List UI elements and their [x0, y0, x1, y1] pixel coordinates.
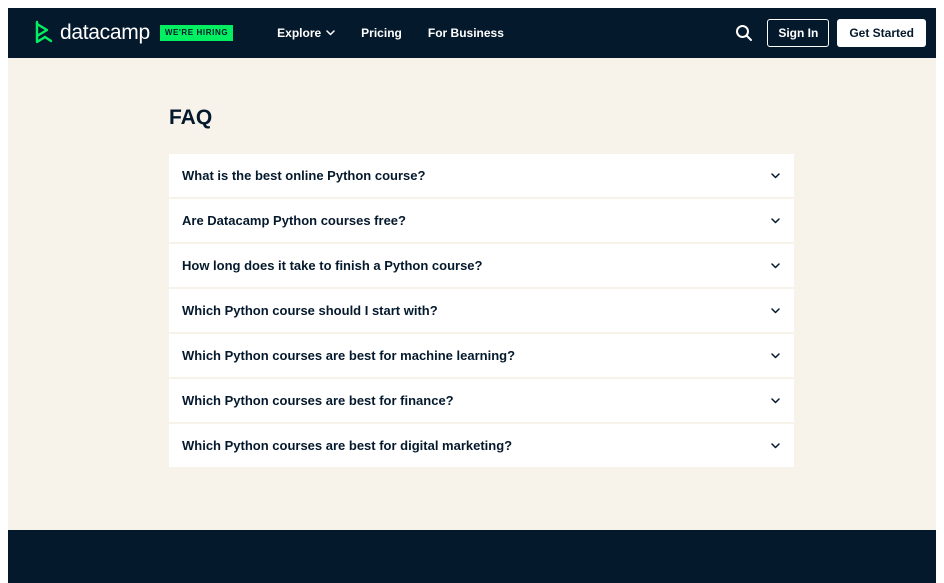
faq-item[interactable]: Are Datacamp Python courses free? — [169, 199, 794, 242]
logo-text: datacamp — [60, 21, 150, 44]
faq-item[interactable]: Which Python courses are best for financ… — [169, 379, 794, 422]
page: datacamp WE'RE HIRING Explore Pricing Fo… — [0, 0, 944, 583]
faq-question: Which Python courses are best for machin… — [182, 348, 516, 363]
faq-title: FAQ — [169, 106, 213, 129]
hiring-badge[interactable]: WE'RE HIRING — [159, 25, 234, 41]
chevron-down-icon — [771, 172, 780, 178]
faq-item[interactable]: How long does it take to finish a Python… — [169, 244, 794, 287]
faq-question: Which Python courses are best for digita… — [182, 438, 513, 453]
nav-explore[interactable]: Explore — [277, 26, 335, 40]
datacamp-logo[interactable]: datacamp — [34, 20, 150, 46]
faq-question: What is the best online Python course? — [182, 168, 426, 183]
footer — [8, 530, 936, 583]
nav-explore-label: Explore — [277, 26, 322, 40]
datacamp-logo-icon — [35, 20, 53, 44]
faq-item[interactable]: Which Python courses are best for machin… — [169, 334, 794, 377]
faq-question: Are Datacamp Python courses free? — [182, 213, 406, 228]
faq-item[interactable]: Which Python course should I start with? — [169, 289, 794, 332]
search-icon[interactable] — [735, 24, 753, 42]
chevron-down-icon — [771, 262, 780, 268]
nav-pricing-label: Pricing — [361, 26, 402, 40]
faq-question: Which Python course should I start with? — [182, 303, 438, 318]
chevron-down-icon — [771, 217, 780, 223]
faq-question: Which Python courses are best for financ… — [182, 393, 454, 408]
sign-in-button[interactable]: Sign In — [767, 19, 830, 47]
faq-item[interactable]: Which Python courses are best for digita… — [169, 424, 794, 467]
chevron-down-icon — [771, 307, 780, 313]
main-nav: Explore Pricing For Business — [277, 26, 530, 40]
nav-pricing[interactable]: Pricing — [361, 26, 402, 40]
nav-for-business[interactable]: For Business — [428, 26, 504, 40]
faq-question: How long does it take to finish a Python… — [182, 258, 483, 273]
chevron-down-icon — [771, 442, 780, 448]
get-started-button[interactable]: Get Started — [837, 19, 926, 47]
chevron-down-icon — [326, 30, 335, 36]
faq-section: FAQ What is the best online Python cours… — [8, 58, 936, 530]
faq-item[interactable]: What is the best online Python course? — [169, 154, 794, 197]
top-navbar: datacamp WE'RE HIRING Explore Pricing Fo… — [8, 8, 936, 58]
chevron-down-icon — [771, 352, 780, 358]
nav-actions: Sign In Get Started — [735, 19, 926, 47]
chevron-down-icon — [771, 397, 780, 403]
faq-list: What is the best online Python course? A… — [169, 154, 794, 469]
nav-for-business-label: For Business — [427, 26, 504, 40]
